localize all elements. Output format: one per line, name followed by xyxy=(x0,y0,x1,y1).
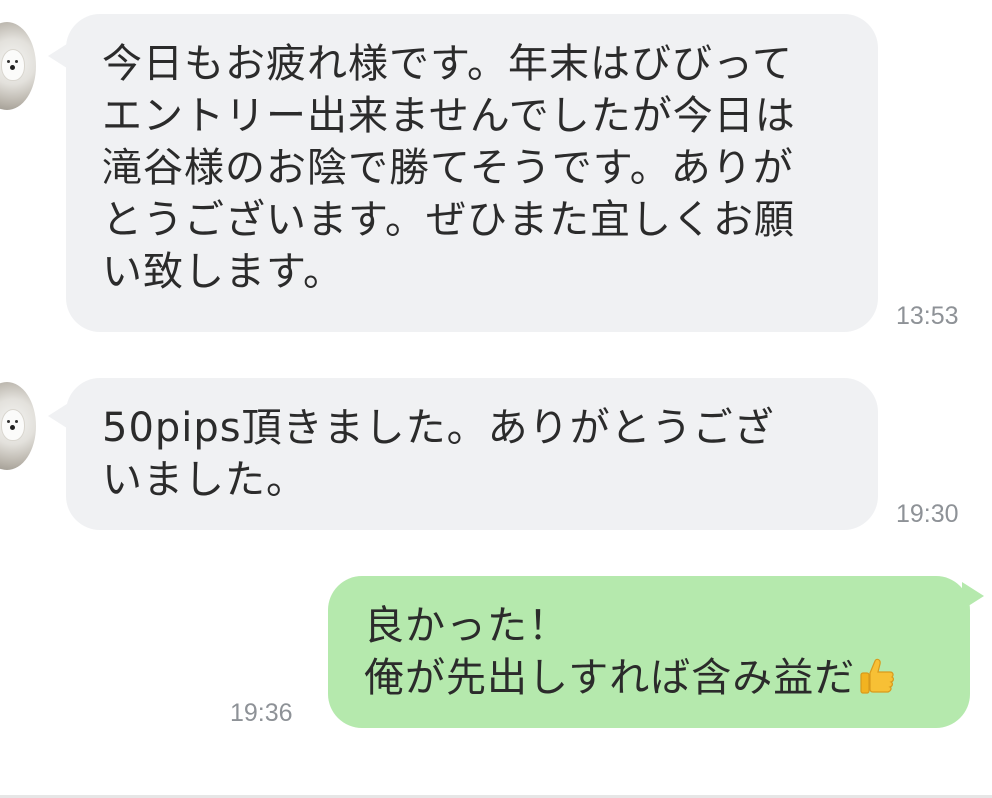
incoming-message-bubble[interactable]: 50pips頂きました。ありがとうござ いました。 xyxy=(66,378,878,530)
message-text-line: い致します。 xyxy=(102,249,344,295)
bubble-tail xyxy=(962,582,984,610)
message-text-line: とうございます。ぜひまた宜しくお願 xyxy=(102,197,795,243)
message-timestamp: 19:30 xyxy=(896,500,959,528)
outgoing-message-bubble[interactable]: 良かった！ 俺が先出しすれば含み益だ xyxy=(328,576,970,728)
message-timestamp: 19:36 xyxy=(230,699,293,727)
message-text-line: 俺が先出しすれば含み益だ xyxy=(364,655,856,701)
thumbs-up-icon xyxy=(860,658,895,694)
message-text-line: いました。 xyxy=(102,457,307,503)
dog-photo-icon xyxy=(2,50,24,80)
dog-photo-icon xyxy=(2,410,24,440)
incoming-message-bubble[interactable]: 今日もお疲れ様です。年末はびびって エントリー出来ませんでしたが今日は 滝谷様の… xyxy=(66,14,878,332)
message-text-line: 良かった！ xyxy=(364,603,569,649)
sender-avatar[interactable] xyxy=(0,22,36,110)
message-line-with-emoji: 俺が先出しすれば含み益だ xyxy=(364,652,970,704)
message-text-line: 滝谷様のお陰で勝てそうです。ありが xyxy=(102,145,794,191)
message-text-line: 50pips頂きました。ありがとうござ xyxy=(102,405,775,451)
chat-thread: 今日もお疲れ様です。年末はびびって エントリー出来ませんでしたが今日は 滝谷様の… xyxy=(0,0,992,798)
message-text-line: エントリー出来ませんでしたが今日は xyxy=(102,93,796,139)
sender-avatar[interactable] xyxy=(0,382,36,470)
message-text-line: 今日もお疲れ様です。年末はびびって xyxy=(102,41,793,87)
message-timestamp: 13:53 xyxy=(896,302,959,330)
